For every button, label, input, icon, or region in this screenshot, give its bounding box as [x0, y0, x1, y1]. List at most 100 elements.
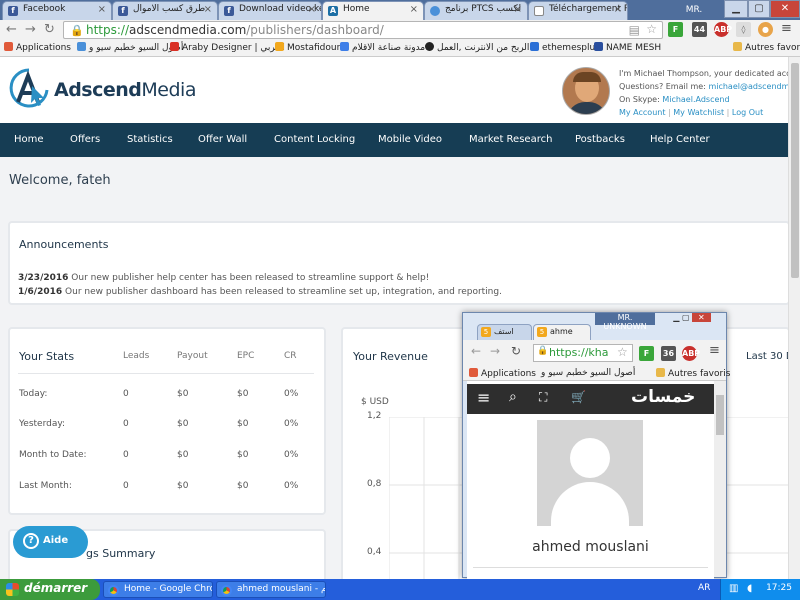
- popup-browser-window[interactable]: 5 استف 5 ahme MR. UNKNOWN ▁ ▢ ✕ ← → ↻ 🔒 htt…: [462, 312, 730, 579]
- bookmark-seo[interactable]: أصول السيو خطبم سيو و: [77, 42, 183, 53]
- address-bar[interactable]: 🔒 https://adscendmedia.com/publishers/da…: [63, 21, 663, 39]
- profile-name: ahmed mouslani: [532, 539, 649, 555]
- scrollbar-thumb[interactable]: [716, 395, 724, 435]
- folder-icon: [733, 42, 742, 51]
- email-label: Questions? Email me:: [619, 82, 706, 91]
- logo-wordmark[interactable]: AdscendMedia: [54, 79, 196, 101]
- extension-counter-icon[interactable]: 44: [692, 22, 707, 37]
- cart-icon[interactable]: 🛒: [571, 390, 586, 404]
- tab-ptcs[interactable]: برنامج PTCS لكسب ×: [424, 1, 528, 20]
- adscend-logo-icon[interactable]: [8, 68, 50, 108]
- nav-market-research[interactable]: Market Research: [469, 134, 552, 145]
- nav-content-locking[interactable]: Content Locking: [274, 134, 355, 145]
- document-icon[interactable]: ▤: [629, 23, 640, 37]
- close-icon[interactable]: ×: [204, 4, 212, 15]
- page-scrollbar[interactable]: [788, 57, 800, 579]
- close-icon[interactable]: ×: [410, 4, 418, 15]
- clock[interactable]: 17:25: [766, 583, 792, 593]
- nav-help-center[interactable]: Help Center: [650, 134, 710, 145]
- star-icon[interactable]: ☆: [646, 22, 657, 36]
- close-icon[interactable]: ×: [614, 4, 622, 15]
- bookmark-other-favorites[interactable]: Autres favoris: [656, 368, 730, 379]
- bookmark-other-favorites[interactable]: Autres favoris: [733, 42, 800, 53]
- stats-column-header: CR: [284, 351, 297, 361]
- tab-download-video[interactable]: f Download video ke ×: [218, 1, 322, 20]
- popup-tab-1[interactable]: 5 استف: [477, 324, 532, 340]
- bookmark-seo[interactable]: أصول السيو خطبم سيو و: [541, 368, 635, 378]
- popup-scrollbar[interactable]: [714, 381, 726, 577]
- back-arrow-icon[interactable]: ←: [6, 22, 17, 37]
- manager-skype-link[interactable]: Michael.Adscend: [662, 95, 729, 104]
- user-badge[interactable]: MR. UNKNOWN: [668, 2, 720, 31]
- tab-home[interactable]: A Home ×: [322, 1, 424, 20]
- popup-toolbar: ← → ↻ 🔒 https://kha ☆ F 36 ABP ≡: [463, 340, 726, 366]
- minimize-button[interactable]: ▁: [724, 0, 748, 18]
- popup-user-badge[interactable]: MR. UNKNOWN: [595, 313, 655, 331]
- extension-f-icon[interactable]: F: [668, 22, 683, 37]
- star-icon[interactable]: ☆: [617, 345, 628, 359]
- help-chat-button[interactable]: ? Aide: [13, 526, 88, 558]
- nav-statistics[interactable]: Statistics: [127, 134, 173, 145]
- nav-offers[interactable]: Offers: [70, 134, 100, 145]
- maximize-button[interactable]: ▢: [748, 0, 770, 18]
- close-icon[interactable]: ×: [514, 4, 522, 15]
- popup-window-controls[interactable]: ▁ ▢ ✕: [659, 313, 725, 325]
- menu-icon[interactable]: ≡: [709, 343, 720, 358]
- extension-counter-icon[interactable]: 36: [661, 346, 676, 361]
- adscend-icon: A: [328, 6, 338, 16]
- search-icon[interactable]: ⌕: [509, 389, 517, 405]
- chrome-icon: [108, 585, 119, 596]
- tab-telechargement[interactable]: Téléchargement PT ×: [528, 1, 628, 20]
- adblock-icon[interactable]: ABP: [714, 22, 732, 37]
- bookmark-applications[interactable]: Applications: [4, 42, 71, 53]
- extension-f-icon[interactable]: F: [639, 346, 654, 361]
- popup-bookmarks-bar: Applications أصول السيو خطبم سيو و Autre…: [463, 366, 730, 381]
- bookmark-name-mesh[interactable]: NAME MESH: [594, 42, 661, 53]
- log-out-link[interactable]: Log Out: [732, 108, 763, 117]
- bookmark-ethemesplus[interactable]: ethemesplus: [530, 42, 600, 53]
- nav-offer-wall[interactable]: Offer Wall: [198, 134, 247, 145]
- reload-icon[interactable]: ↻: [44, 22, 55, 37]
- revenue-range-selector[interactable]: Last 30 D: [746, 351, 788, 362]
- language-indicator[interactable]: AR: [698, 583, 710, 593]
- my-watchlist-link[interactable]: My Watchlist: [673, 108, 724, 117]
- cookie-icon[interactable]: ●: [758, 22, 773, 37]
- nav-home[interactable]: Home: [14, 134, 44, 145]
- close-window-button[interactable]: ✕: [770, 0, 800, 18]
- menu-icon[interactable]: ≡: [781, 21, 792, 36]
- my-account-link[interactable]: My Account: [619, 108, 665, 117]
- manager-email-link[interactable]: michael@adscendmedia.: [708, 82, 788, 91]
- taskbar-item-chrome-home[interactable]: Home - Google Chrome: [103, 581, 213, 598]
- bookmark-earn-online[interactable]: الربح من الانترنت ,العمل: [425, 42, 529, 53]
- scrollbar-thumb[interactable]: [791, 63, 799, 278]
- forward-arrow-icon[interactable]: →: [25, 22, 36, 37]
- bookmark-pens-blog[interactable]: مدونة صناعة الاقلام: [340, 42, 425, 53]
- khamsat-logo[interactable]: خمسات: [631, 387, 695, 407]
- taskbar-item-chrome-khamsat[interactable]: ahmed mouslani - خم...: [216, 581, 326, 598]
- forward-arrow-icon[interactable]: →: [490, 344, 500, 358]
- tab-facebook[interactable]: f Facebook ×: [2, 1, 112, 20]
- khamsat-header: ≡ ⌕ ⛶ 🛒 خمسات: [467, 384, 714, 414]
- volume-icon[interactable]: ◖: [747, 583, 752, 594]
- network-icon[interactable]: ▥: [729, 583, 738, 594]
- tab-facebook-2[interactable]: f طرق كسب الاموال ×: [112, 1, 218, 20]
- bookmark-araby-designer[interactable]: Araby Designer | العربي: [170, 42, 285, 53]
- back-arrow-icon[interactable]: ←: [471, 344, 481, 358]
- sitemap-icon[interactable]: ⛶: [539, 390, 547, 405]
- ethemes-icon: [530, 42, 539, 51]
- reload-icon[interactable]: ↻: [511, 344, 521, 358]
- nav-postbacks[interactable]: Postbacks: [575, 134, 625, 145]
- start-button[interactable]: démarrer: [0, 579, 100, 600]
- close-icon[interactable]: ×: [308, 4, 316, 15]
- shield-icon[interactable]: ◊: [736, 22, 751, 37]
- bookmark-mostafidoun[interactable]: Mostafidoun: [275, 42, 342, 53]
- bookmark-applications[interactable]: Applications: [469, 368, 536, 379]
- windows-taskbar: démarrer Home - Google Chrome ahmed mous…: [0, 579, 800, 600]
- stats-card: Your Stats Leads Payout EPC CR Today: 0 …: [8, 327, 326, 515]
- adblock-icon[interactable]: ABP: [682, 346, 700, 361]
- popup-tab-2[interactable]: 5 ahme: [533, 324, 591, 340]
- hamburger-menu-icon[interactable]: ≡: [477, 388, 490, 407]
- close-icon[interactable]: ×: [98, 4, 106, 15]
- nav-mobile-video[interactable]: Mobile Video: [378, 134, 442, 145]
- browser-toolbar: ← → ↻ 🔒 https://adscendmedia.com/publish…: [0, 20, 800, 40]
